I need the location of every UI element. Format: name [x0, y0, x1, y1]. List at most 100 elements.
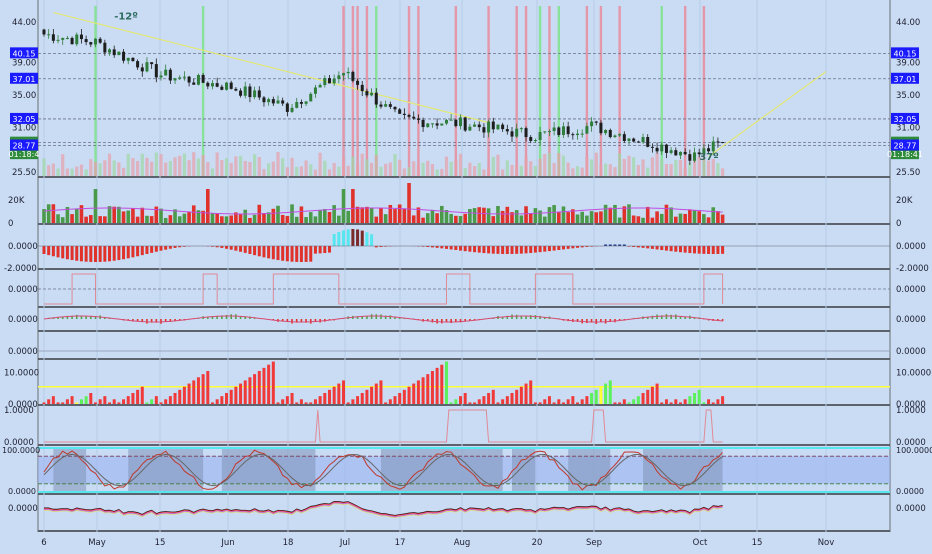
count-bar [716, 399, 719, 404]
volume-bar [360, 207, 364, 223]
count-bar [646, 390, 649, 404]
count-bar [244, 380, 247, 404]
candle-body [253, 90, 256, 97]
count-bar [670, 402, 673, 404]
volume-bar [379, 208, 383, 223]
histogram-bar [665, 246, 668, 251]
stoch-tick-right: 100.0000 [896, 446, 932, 455]
main-volume-ghost-bar [145, 158, 148, 176]
count-tick-left: 10.0000 [4, 369, 39, 379]
histogram-bar [651, 246, 654, 249]
oscillator-bar [535, 315, 537, 319]
candle-body [389, 104, 392, 107]
candle-body [286, 104, 289, 112]
volume-bar [721, 215, 725, 223]
count-bar [136, 390, 139, 404]
volume-bar [89, 215, 93, 223]
macd-tick-right: 0.0000 [896, 242, 926, 252]
main-volume-ghost-bar [56, 169, 59, 176]
count-bar [721, 396, 724, 404]
candle-body [155, 64, 158, 77]
red-signal-band [586, 6, 588, 176]
histogram-bar [487, 246, 490, 253]
main-volume-ghost-bar [655, 153, 658, 176]
candle-body [613, 135, 616, 137]
lines-tick-left: 0.0000 [8, 504, 38, 514]
histogram-bar [548, 246, 551, 251]
x-tick-label: May [88, 538, 106, 548]
histogram-bar [160, 246, 163, 251]
candle-body [202, 75, 205, 83]
histogram-bar [94, 246, 97, 262]
candle-body [599, 123, 602, 133]
x-tick-label: Nov [818, 538, 835, 548]
volume-bar [651, 218, 655, 223]
main-volume-ghost-bar [300, 166, 303, 176]
histogram-bar [529, 246, 532, 253]
candle-body [211, 83, 214, 86]
oscillator-bar [441, 319, 443, 323]
price-label-left: 37.01 [13, 75, 36, 84]
count-bar [567, 399, 570, 404]
histogram-bar [113, 246, 116, 261]
main-volume-ghost-bar [445, 157, 448, 176]
main-volume-ghost-bar [75, 167, 78, 176]
main-volume-ghost-bar [197, 159, 200, 176]
histogram-bar [85, 246, 88, 262]
volume-bar [459, 216, 463, 223]
histogram-bar [576, 246, 579, 248]
count-bar [155, 396, 158, 404]
volume-bar [225, 216, 229, 223]
volume-bar [103, 216, 107, 223]
count-bar [206, 371, 209, 404]
main-volume-ghost-bar [440, 169, 443, 176]
main-volume-ghost-bar [515, 164, 518, 176]
volume-bar [159, 209, 163, 223]
count-bar [613, 402, 616, 404]
count-bar [539, 402, 542, 404]
main-volume-ghost-bar [127, 154, 130, 176]
main-volume-ghost-bar [342, 158, 345, 176]
count-bar [454, 399, 457, 404]
histogram-bar [43, 246, 46, 254]
candle-body [342, 73, 345, 75]
count-bar [52, 396, 55, 404]
histogram-bar [656, 246, 659, 249]
red-signal-band [618, 6, 620, 176]
histogram-bar [445, 246, 448, 249]
x-tick-label: 17 [395, 538, 406, 548]
count-bar [543, 399, 546, 404]
histogram-bar [262, 246, 265, 257]
volume-bar [421, 218, 425, 223]
candle-body [651, 147, 654, 148]
main-volume-ghost-bar [482, 169, 485, 176]
count-bar [47, 399, 50, 404]
volume-bar [140, 208, 144, 223]
main-volume-ghost-bar [450, 162, 453, 176]
main-volume-ghost-bar [595, 153, 598, 176]
main-volume-ghost-bar [239, 156, 242, 176]
volume-bar [632, 216, 636, 223]
oscillator-bar [675, 314, 677, 319]
volume-bar [192, 205, 196, 223]
candle-body [637, 142, 640, 143]
count-bar [534, 402, 537, 404]
main-volume-ghost-bar [468, 163, 471, 176]
count-bar [684, 399, 687, 404]
price-label-left: 28.77 [13, 141, 36, 150]
histogram-bar [534, 246, 537, 253]
volume-bar [314, 216, 318, 223]
volume-bar [56, 214, 60, 223]
chart-svg[interactable]: 44.0044.0039.0039.0035.0035.0031.0031.00… [0, 0, 932, 550]
red-signal-band [352, 6, 354, 176]
candle-body [487, 122, 490, 133]
candle-body [646, 137, 649, 147]
volume-bar [482, 208, 486, 223]
candle-body [684, 152, 687, 154]
chart[interactable]: 44.0044.0039.0039.0035.0035.0031.0031.00… [0, 0, 932, 550]
candle-body [609, 130, 612, 137]
main-volume-ghost-bar [585, 157, 588, 176]
volume-bar [332, 205, 336, 223]
candle-body [679, 152, 682, 155]
candle-body [333, 79, 336, 83]
